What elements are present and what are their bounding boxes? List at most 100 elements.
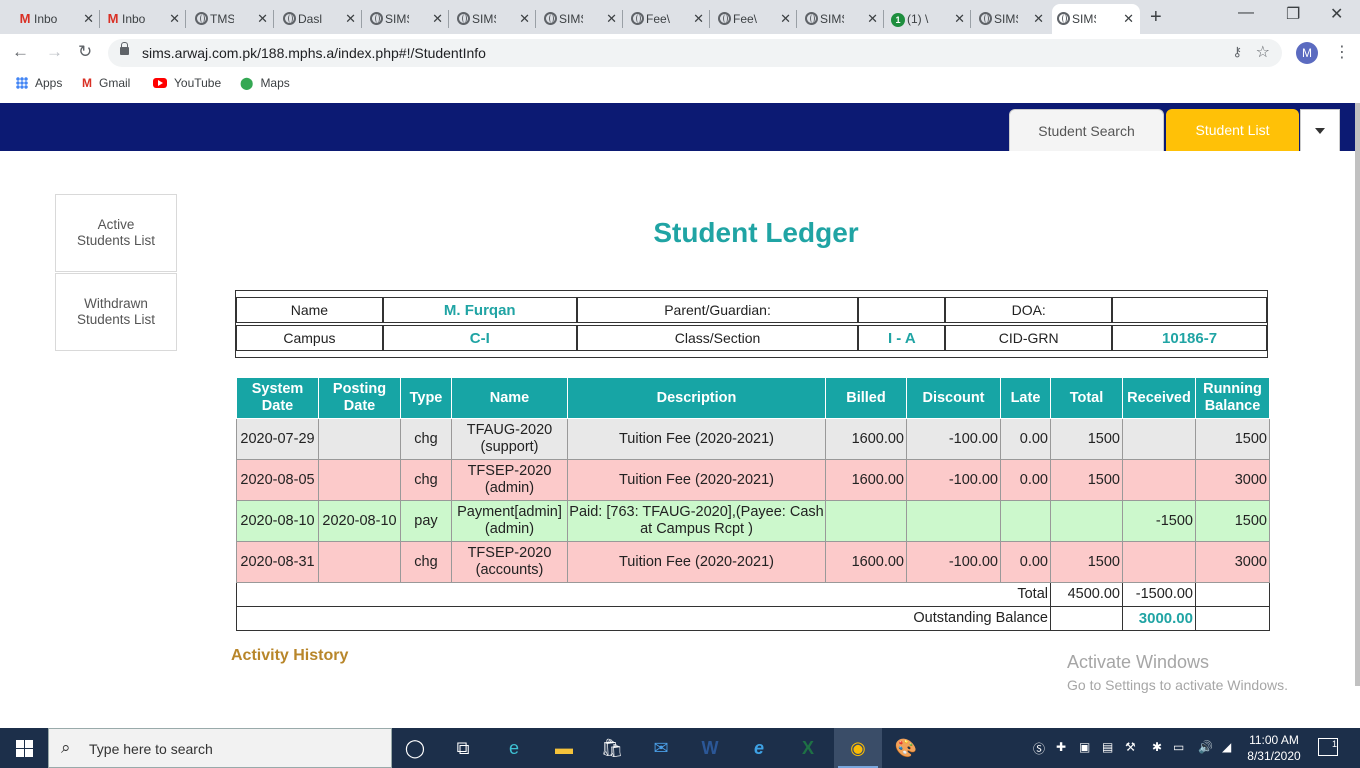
close-tab-icon[interactable]: ✕ [954,11,965,27]
browser-tab-active[interactable]: SIMS ✕ [1052,4,1140,34]
bluetooth-icon[interactable]: ✱ [1152,740,1162,754]
notifications-icon[interactable]: 1 [1318,738,1338,756]
cell-discount: -100.00 [906,459,1001,501]
browser-tab[interactable]: Fee\ ✕ [626,4,710,34]
cell-received [1122,418,1196,460]
reload-icon[interactable]: ↻ [78,42,92,62]
browser-tab[interactable]: SIMS ✕ [452,4,536,34]
battery-icon[interactable]: ▭ [1173,740,1184,754]
bookmark-gmail[interactable]: M Gmail [82,76,130,90]
key-icon[interactable]: ⚷ [1232,44,1242,60]
close-tab-icon[interactable]: ✕ [432,11,443,27]
url-text[interactable]: sims.arwaj.com.pk/188.mphs.a/index.php#!… [142,45,486,61]
close-tab-icon[interactable]: ✕ [519,11,530,27]
close-tab-icon[interactable]: ✕ [1033,11,1044,27]
cell-name: TFSEP-2020 (accounts) [451,541,568,583]
browser-tab[interactable]: Fee\ ✕ [713,4,797,34]
close-window-icon[interactable]: ✕ [1330,4,1343,24]
close-tab-icon[interactable]: ✕ [606,11,617,27]
store-icon[interactable]: 🛍 [600,736,624,760]
star-icon[interactable]: ☆ [1256,42,1270,62]
outstanding-empty [1195,606,1270,631]
volume-icon[interactable]: 🔊 [1198,740,1213,754]
taskbar-clock[interactable]: 11:00 AM 8/31/2020 [1240,732,1308,764]
ie-icon[interactable]: e [747,736,771,760]
close-tab-icon[interactable]: ✕ [867,11,878,27]
bookmarks-bar: Apps M Gmail YouTube ⬤ Maps [0,70,1360,100]
browser-tab[interactable]: TMS ✕ [190,4,274,34]
file-explorer-icon[interactable]: ▬ [552,736,576,760]
restore-icon[interactable]: ❐ [1286,4,1300,24]
back-icon[interactable]: ← [12,42,29,62]
bookmark-youtube[interactable]: YouTube [153,76,221,90]
campus-label: Campus [236,325,383,351]
forward-icon[interactable]: → [46,42,63,62]
close-tab-icon[interactable]: ✕ [345,11,356,27]
tab-label: Inbo [34,12,58,26]
ledger-header-row: System Date Posting Date Type Name Descr… [236,377,1270,419]
network-tray-icon[interactable]: ▣ [1079,740,1090,754]
cell-posting-date: 2020-08-10 [318,500,401,542]
wifi-icon[interactable]: ◢ [1222,740,1231,754]
tab-student-list[interactable]: Student List [1166,109,1299,151]
minimize-icon[interactable]: — [1238,4,1254,22]
skype-tray-icon[interactable]: Ⓢ [1033,740,1045,757]
excel-icon[interactable]: X [796,736,820,760]
cell-running-balance: 3000 [1195,541,1270,583]
tab-student-search[interactable]: Student Search [1009,109,1164,151]
cell-posting-date [318,541,401,583]
task-view-icon[interactable]: ⧉ [451,736,475,760]
active-students-list-button[interactable]: Active Students List [55,194,177,272]
browser-tab[interactable]: SIMS ✕ [539,4,623,34]
browser-tab[interactable]: SIMS ✕ [800,4,884,34]
word-icon[interactable]: W [698,736,722,760]
edge-icon[interactable]: e [502,736,526,760]
bookmark-maps[interactable]: ⬤ Maps [240,76,290,90]
cell-name: TFSEP-2020 (admin) [451,459,568,501]
mail-icon[interactable]: ✉ [649,736,673,760]
browser-tab[interactable]: Dasl ✕ [278,4,362,34]
col-header: Posting Date [318,377,401,419]
globe-icon [456,12,470,26]
class-value: I - A [858,325,946,351]
tray-app-icon[interactable]: ✚ [1056,740,1066,754]
address-bar[interactable]: sims.arwaj.com.pk/188.mphs.a/index.php#!… [108,39,1282,67]
windows-start-icon[interactable] [16,740,33,757]
cell-running-balance: 1500 [1195,418,1270,460]
col-header: Discount [906,377,1001,419]
bookmark-apps[interactable]: Apps [16,76,62,90]
menu-kebab-icon[interactable]: ⋮ [1334,42,1350,62]
profile-avatar[interactable]: M [1296,42,1318,64]
taskbar-search[interactable]: ⌕ Type here to search [48,728,392,768]
new-tab-icon[interactable]: + [1150,6,1162,29]
browser-tab[interactable]: SIMS ✕ [365,4,449,34]
cortana-icon[interactable]: ◯ [403,736,427,760]
close-tab-icon[interactable]: ✕ [169,11,180,27]
cell-late: 0.00 [1000,459,1051,501]
cell-total [1050,500,1123,542]
nav-dropdown-toggle[interactable] [1300,109,1340,151]
browser-tab[interactable]: 1 (1) \ ✕ [887,4,971,34]
close-tab-icon[interactable]: ✕ [693,11,704,27]
browser-tab[interactable]: M Inbo ✕ [102,4,186,34]
chrome-icon[interactable]: ◉ [846,736,870,760]
page-scrollbar[interactable] [1355,103,1360,686]
close-tab-icon[interactable]: ✕ [83,11,94,27]
tray-app-icon[interactable]: ⚒ [1125,740,1136,754]
col-header: Type [400,377,452,419]
browser-tab[interactable]: SIMS ✕ [974,4,1050,34]
close-tab-icon[interactable]: ✕ [780,11,791,27]
col-header: Received [1122,377,1196,419]
close-tab-icon[interactable]: ✕ [1123,11,1134,27]
col-header: Name [451,377,568,419]
paint-icon[interactable]: 🎨 [894,736,918,760]
close-tab-icon[interactable]: ✕ [257,11,268,27]
browser-tab[interactable]: M Inbo ✕ [14,4,100,34]
globe-icon [282,12,296,26]
tab-label: Inbo [122,12,146,26]
cell-type: chg [400,541,452,583]
withdrawn-students-list-button[interactable]: Withdrawn Students List [55,273,177,351]
display-tray-icon[interactable]: ▤ [1102,740,1113,754]
activity-history-link[interactable]: Activity History [231,647,348,665]
outstanding-balance: 3000.00 [1122,606,1196,631]
